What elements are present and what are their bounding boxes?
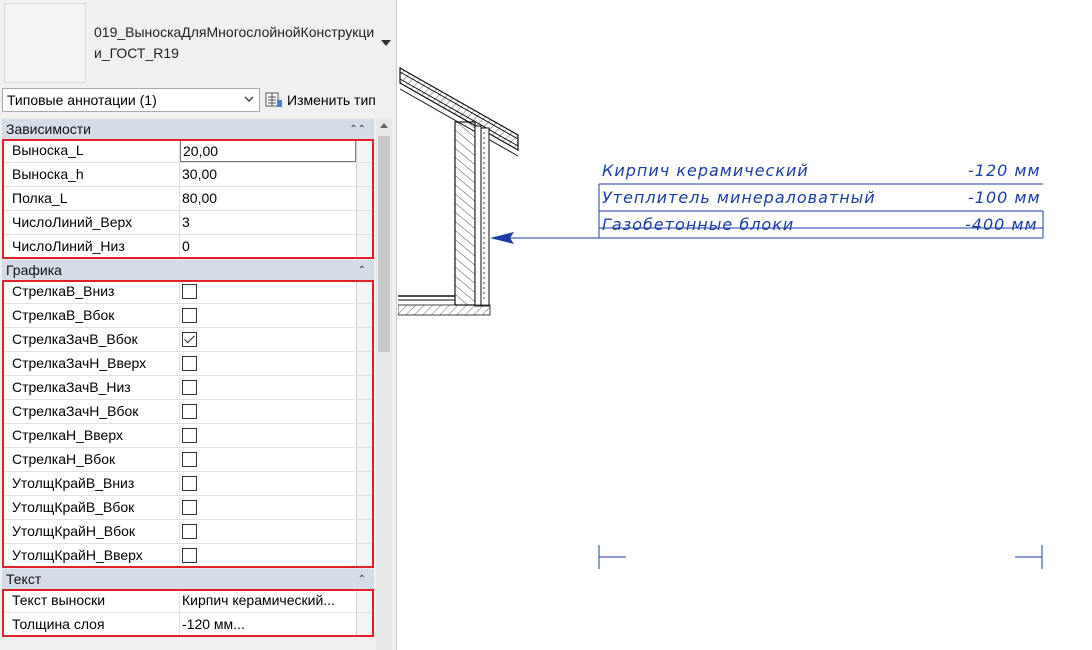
type-selector[interactable]: 019_ВыноскаДляМногослойнойКонструкции_ГО… [0, 0, 396, 86]
param-checkbox[interactable] [182, 332, 197, 347]
scroll-up-arrow-icon[interactable] [376, 118, 392, 134]
param-row[interactable]: УтолщКрайН_Вверх [2, 544, 374, 568]
param-row[interactable]: УтолщКрайВ_Вниз [2, 472, 374, 496]
param-name: СтрелкаЗачВ_Низ [2, 376, 180, 399]
param-row[interactable]: Текст выноски Кирпич керамический... [2, 589, 374, 613]
wall-section [454, 121, 490, 307]
param-row[interactable]: Толщина слоя -120 мм... [2, 613, 374, 637]
graphics-rows: СтрелкаВ_Вниз СтрелкаВ_Вбок СтрелкаЗачВ_Вб… [2, 280, 374, 568]
param-name: СтрелкаЗачН_Вверх [2, 352, 180, 375]
param-row[interactable]: СтрелкаВ_Вбок [2, 304, 374, 328]
param-row[interactable]: СтрелкаЗачВ_Низ [2, 376, 374, 400]
param-value-input[interactable]: 3 [180, 211, 356, 234]
collapse-icon[interactable]: ⌃ [358, 260, 366, 281]
dropdown-arrow-icon[interactable] [381, 40, 391, 48]
edit-type-icon [265, 92, 282, 107]
param-name: Выноска_h [2, 163, 180, 186]
chevron-down-icon [244, 96, 254, 102]
param-name: ЧислоЛиний_Низ [2, 235, 180, 258]
group-header-graphics[interactable]: Графика ⌃ [2, 259, 374, 280]
param-value-input[interactable]: 0 [180, 235, 356, 258]
collapse-icon[interactable]: ⌃⌃ [349, 119, 366, 140]
param-name: СтрелкаН_Вверх [2, 424, 180, 447]
param-row[interactable]: ЧислоЛиний_Верх 3 [2, 211, 374, 235]
family-type-name[interactable]: 019_ВыноскаДляМногослойнойКонструкции_ГО… [94, 22, 380, 64]
group-title: Графика [6, 262, 62, 278]
layer-1-material: Кирпич керамический [602, 161, 809, 180]
param-checkbox[interactable] [182, 308, 197, 323]
param-checkbox[interactable] [182, 404, 197, 419]
param-row[interactable]: СтрелкаН_Вверх [2, 424, 374, 448]
param-checkbox[interactable] [182, 548, 197, 563]
crop-marks [598, 545, 1043, 569]
param-value-input[interactable]: 30,00 [180, 163, 356, 186]
edit-type-label: Изменить тип [287, 92, 376, 108]
param-value-input[interactable]: -120 мм... [180, 613, 356, 636]
param-name: СтрелкаЗачН_Вбок [2, 400, 180, 423]
param-name: УтолщКрайН_Вбок [2, 520, 180, 543]
param-value-input[interactable]: Кирпич керамический... [180, 589, 356, 612]
param-row[interactable]: ЧислоЛиний_Низ 0 [2, 235, 374, 259]
param-name: Выноска_L [2, 139, 180, 162]
param-row[interactable]: Выноска_h 30,00 [2, 163, 374, 187]
group-title: Зависимости [6, 121, 91, 137]
instance-filter-value: Типовые аннотации (1) [7, 92, 157, 108]
param-name: ЧислоЛиний_Верх [2, 211, 180, 234]
param-value-input[interactable]: 80,00 [180, 187, 356, 210]
param-row[interactable]: УтолщКрайН_Вбок [2, 520, 374, 544]
layer-1-thickness: -120 мм [968, 161, 1041, 180]
param-row[interactable]: СтрелкаЗачВ_Вбок [2, 328, 374, 352]
text-rows: Текст выноски Кирпич керамический... Тол… [2, 589, 374, 637]
instance-filter-select[interactable]: Типовые аннотации (1) [2, 88, 260, 112]
param-name: УтолщКрайН_Вверх [2, 544, 180, 567]
layer-3-thickness: -400 мм [965, 215, 1038, 234]
param-row[interactable]: УтолщКрайВ_Вбок [2, 496, 374, 520]
drawing-graphics [398, 66, 1044, 569]
collapse-icon[interactable]: ⌃ [358, 569, 366, 590]
param-row[interactable]: СтрелкаН_Вбок [2, 448, 374, 472]
param-value-input[interactable]: 20,00 [180, 139, 356, 162]
param-row[interactable]: СтрелкаВ_Вниз [2, 280, 374, 304]
param-checkbox[interactable] [182, 284, 197, 299]
param-name: Текст выноски [2, 589, 180, 612]
layer-2-thickness: -100 мм [968, 188, 1041, 207]
param-row[interactable]: Выноска_L 20,00 [2, 139, 374, 163]
param-checkbox[interactable] [182, 500, 197, 515]
group-header-text[interactable]: Текст ⌃ [2, 568, 374, 589]
param-checkbox[interactable] [182, 476, 197, 491]
param-name: Толщина слоя [2, 613, 180, 636]
param-name: УтолщКрайВ_Вбок [2, 496, 180, 519]
param-name: Полка_L [2, 187, 180, 210]
param-row[interactable]: Полка_L 80,00 [2, 187, 374, 211]
layer-2-material: Утеплитель минераловатный [602, 188, 876, 207]
type-preview-image [4, 3, 86, 83]
param-name: СтрелкаЗачВ_Вбок [2, 328, 180, 351]
constraints-rows: Выноска_L 20,00 Выноска_h 30,00 Полка_L … [2, 139, 374, 259]
properties-palette: 019_ВыноскаДляМногослойнойКонструкции_ГО… [0, 0, 397, 650]
drawing-view[interactable]: Кирпич керамический -120 мм Утеплитель м… [398, 0, 1092, 650]
param-name: СтрелкаВ_Вбок [2, 304, 180, 327]
param-name: СтрелкаН_Вбок [2, 448, 180, 471]
param-row[interactable]: СтрелкаЗачН_Вбок [2, 400, 374, 424]
group-header-constraints[interactable]: Зависимости ⌃⌃ [2, 118, 374, 139]
edit-type-button[interactable]: Изменить тип [265, 88, 389, 112]
param-checkbox[interactable] [182, 428, 197, 443]
param-row[interactable]: СтрелкаЗачН_Вверх [2, 352, 374, 376]
param-checkbox[interactable] [182, 380, 197, 395]
param-checkbox[interactable] [182, 356, 197, 371]
param-checkbox[interactable] [182, 524, 197, 539]
param-checkbox[interactable] [182, 452, 197, 467]
scrollbar-thumb[interactable] [378, 136, 390, 352]
group-title: Текст [6, 571, 42, 587]
param-name: СтрелкаВ_Вниз [2, 280, 180, 303]
param-name: УтолщКрайВ_Вниз [2, 472, 180, 495]
properties-grid: Зависимости ⌃⌃ Выноска_L 20,00 Выноска_h… [2, 118, 374, 637]
panel-scrollbar[interactable] [376, 118, 392, 650]
layer-3-material: Газобетонные блоки [602, 215, 795, 234]
